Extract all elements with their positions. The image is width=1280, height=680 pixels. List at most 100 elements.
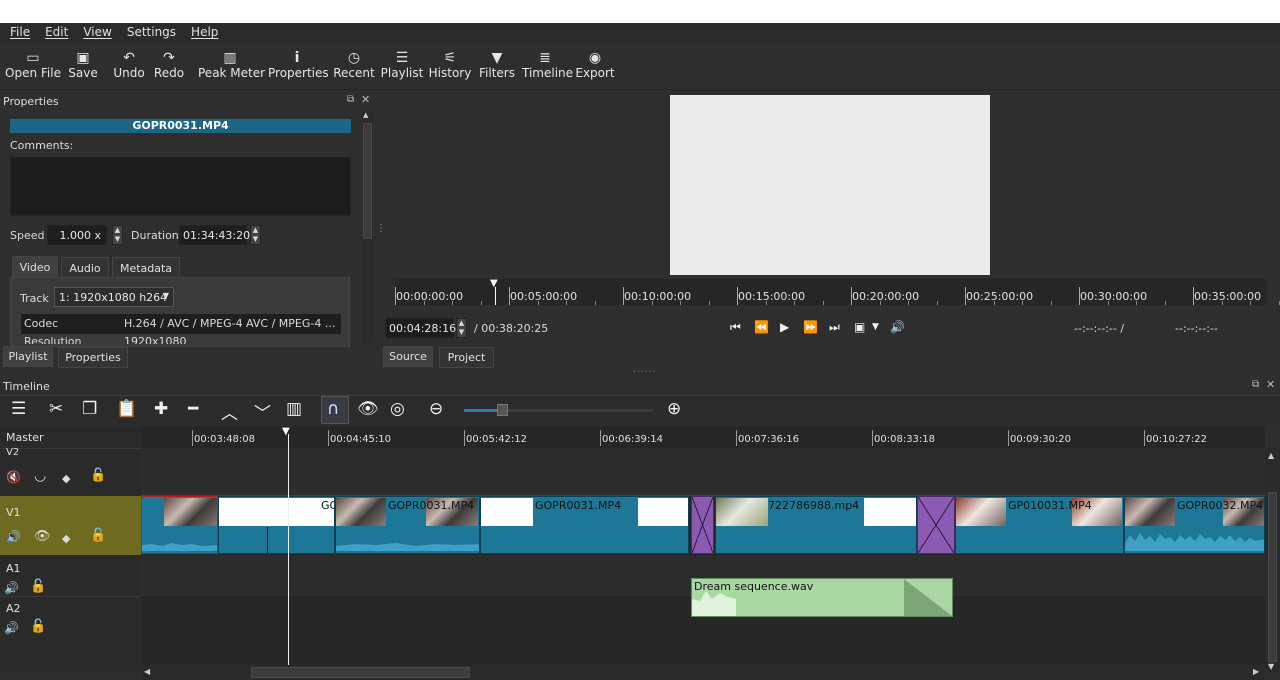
composite-icon[interactable]: ◆ xyxy=(62,472,70,485)
play-icon[interactable]: ▶ xyxy=(780,320,789,334)
timeline-clip[interactable] xyxy=(141,496,218,554)
position-timecode[interactable]: 00:04:28:16 xyxy=(385,318,456,338)
timeline-button[interactable]: ≣ Timeline xyxy=(522,44,573,90)
overwrite-icon[interactable]: ﹀ xyxy=(254,399,271,424)
timeline-clip[interactable]: 722786988.mp4 xyxy=(715,496,917,554)
timeline-tracks[interactable]: 00:03:48:08 00:04:45:10 00:05:42:12 00:06:3… xyxy=(141,426,1265,671)
menu-view[interactable]: View xyxy=(73,23,116,43)
audio-clip[interactable]: Dream sequence.wav xyxy=(691,578,953,617)
playlist-button[interactable]: ☰ Playlist xyxy=(380,44,424,90)
skip-previous-icon[interactable]: ⏮ xyxy=(730,320,741,335)
scrub-icon[interactable]: 👁 xyxy=(357,399,379,419)
lock-icon[interactable]: 🔓 xyxy=(30,579,46,594)
volume-icon[interactable]: 🔊 xyxy=(890,320,905,334)
chevron-down-icon[interactable]: ▼ xyxy=(872,322,879,332)
position-spinner[interactable]: ▲ ▼ xyxy=(456,318,467,338)
clip-name-field[interactable]: GOPR0031.MP4 xyxy=(10,119,351,133)
viewer-ruler[interactable]: 00:00:00:00 00:05:00:00 00:10:00:00 00:15:0… xyxy=(395,278,1280,305)
track-v2[interactable] xyxy=(141,448,1265,495)
volume-icon[interactable]: 🔊 xyxy=(4,621,19,635)
append-icon[interactable]: ✚ xyxy=(154,399,168,419)
panel-float-icon[interactable]: ⧉ xyxy=(347,94,354,105)
timeline-ruler[interactable]: 00:03:48:08 00:04:45:10 00:05:42:12 00:06:3… xyxy=(141,426,1265,448)
comments-textarea[interactable] xyxy=(10,157,351,216)
zoom-slider-handle[interactable] xyxy=(497,404,508,416)
menu-settings[interactable]: Settings xyxy=(117,23,181,43)
ruler-label: 00:35:00:00 xyxy=(1194,290,1262,303)
duration-input[interactable]: 01:34:43:20 xyxy=(179,225,250,245)
remove-icon[interactable]: ━ xyxy=(188,399,198,419)
cut-icon[interactable]: ✂ xyxy=(49,399,63,419)
timeline-icon: ≣ xyxy=(539,50,551,66)
menu-edit[interactable]: Edit xyxy=(35,23,73,43)
tab-audio[interactable]: Audio xyxy=(61,257,109,279)
duration-spinner[interactable]: ▲ ▼ xyxy=(250,225,261,245)
recent-button[interactable]: ◷ Recent xyxy=(332,44,376,90)
volume-icon[interactable]: 🔊 xyxy=(4,581,19,595)
tab-source[interactable]: Source xyxy=(383,346,433,367)
split-icon[interactable]: ▥ xyxy=(286,399,302,419)
speed-input[interactable]: 1.000 x xyxy=(47,225,107,245)
properties-scrollbar[interactable]: ▲ xyxy=(362,111,373,343)
lift-icon[interactable]: ︿ xyxy=(221,399,238,424)
properties-button[interactable]: i Properties xyxy=(268,44,329,90)
undo-button[interactable]: ↶ Undo xyxy=(110,44,148,90)
lock-icon[interactable]: 🔓 xyxy=(30,619,46,634)
lock-icon[interactable]: 🔓 xyxy=(90,528,106,543)
splitter-handle[interactable]: ⋮ xyxy=(376,223,386,234)
fullscreen-icon[interactable]: ▣ xyxy=(854,320,865,334)
timeline-clip[interactable]: GP010031.MP4 xyxy=(955,496,1124,554)
ripple-icon[interactable]: ◎ xyxy=(390,399,405,419)
timeline-vertical-scrollbar[interactable]: ▲ ▼ xyxy=(1265,448,1280,673)
rewind-icon[interactable]: ⏪ xyxy=(754,320,769,334)
ruler-label: 00:25:00:00 xyxy=(966,290,1034,303)
copy-icon[interactable]: ❐ xyxy=(82,399,97,419)
tab-video[interactable]: Video xyxy=(12,256,58,278)
tab-playlist[interactable]: Playlist xyxy=(3,346,53,367)
speed-spinner[interactable]: ▲ ▼ xyxy=(112,225,123,245)
menu-file[interactable]: File xyxy=(0,23,35,43)
volume-icon[interactable]: 🔊 xyxy=(6,530,21,544)
save-button[interactable]: ▣ Save xyxy=(64,44,102,90)
fast-forward-icon[interactable]: ⏩ xyxy=(803,320,818,334)
timeline-clip[interactable]: GO xyxy=(218,496,335,554)
mute-icon[interactable]: 🔇 xyxy=(6,470,21,484)
tab-properties[interactable]: Properties xyxy=(58,347,128,368)
tab-project[interactable]: Project xyxy=(439,347,494,368)
track-v1-header[interactable]: V1 🔊 👁 ◆ 🔓 xyxy=(0,496,141,555)
timeline-clip[interactable]: GOPR0031.MP4 xyxy=(335,496,480,554)
redo-button[interactable]: ↷ Redo xyxy=(150,44,188,90)
history-button[interactable]: ⚟ History xyxy=(428,44,472,90)
peak-meter-button[interactable]: ▥ Peak Meter xyxy=(198,44,265,90)
timeline-toolbar: ☰ ✂ ❐ 📋 ✚ ━ ︿ ﹀ ▥ ∩ 👁 ◎ ⊖ ⊕ xyxy=(0,395,1280,425)
transition[interactable] xyxy=(691,496,714,554)
viewer-playhead[interactable]: ▼ xyxy=(490,278,498,289)
export-button[interactable]: ◉ Export xyxy=(574,44,616,90)
composite-icon[interactable]: ◆ xyxy=(62,532,70,545)
menu-icon[interactable]: ☰ xyxy=(11,399,26,419)
open-file-button[interactable]: ▭ Open File xyxy=(4,44,62,90)
tab-metadata[interactable]: Metadata xyxy=(112,257,180,279)
paste-icon[interactable]: 📋 xyxy=(116,399,137,419)
track-select[interactable]: 1: 1920x1080 h264 ▼ xyxy=(54,287,174,307)
menu-help[interactable]: Help xyxy=(181,23,223,43)
hide-icon[interactable]: ◡ xyxy=(34,468,46,484)
timeline-horizontal-scrollbar[interactable]: ◀ ▶ xyxy=(141,665,1265,680)
transition[interactable] xyxy=(917,496,955,554)
snap-toggle[interactable]: ∩ xyxy=(321,396,349,424)
timeline-clip[interactable]: GOPR0032.MP4 xyxy=(1124,496,1265,554)
track-headers: Master V2 🔇 ◡ ◆ 🔓 V1 🔊 👁 ◆ 🔓 A1 🔊 🔓 A2 🔊… xyxy=(0,426,141,671)
eye-icon[interactable]: 👁 xyxy=(34,529,51,544)
zoom-slider[interactable] xyxy=(464,404,654,416)
dock-splitter[interactable]: ...... xyxy=(633,365,656,375)
filters-button[interactable]: ▼ Filters xyxy=(476,44,518,90)
timeline-clip[interactable]: GOPR0031.MP4 xyxy=(480,496,689,554)
panel-close-icon[interactable]: ✕ xyxy=(1266,378,1275,391)
skip-next-icon[interactable]: ⏭ xyxy=(829,320,840,335)
panel-float-icon[interactable]: ⧉ xyxy=(1252,379,1259,390)
zoom-in-icon[interactable]: ⊕ xyxy=(667,399,681,419)
zoom-out-icon[interactable]: ⊖ xyxy=(429,399,443,419)
lock-icon[interactable]: 🔓 xyxy=(90,468,106,483)
timeline-title: Timeline xyxy=(3,380,50,393)
panel-close-icon[interactable]: ✕ xyxy=(361,93,370,106)
